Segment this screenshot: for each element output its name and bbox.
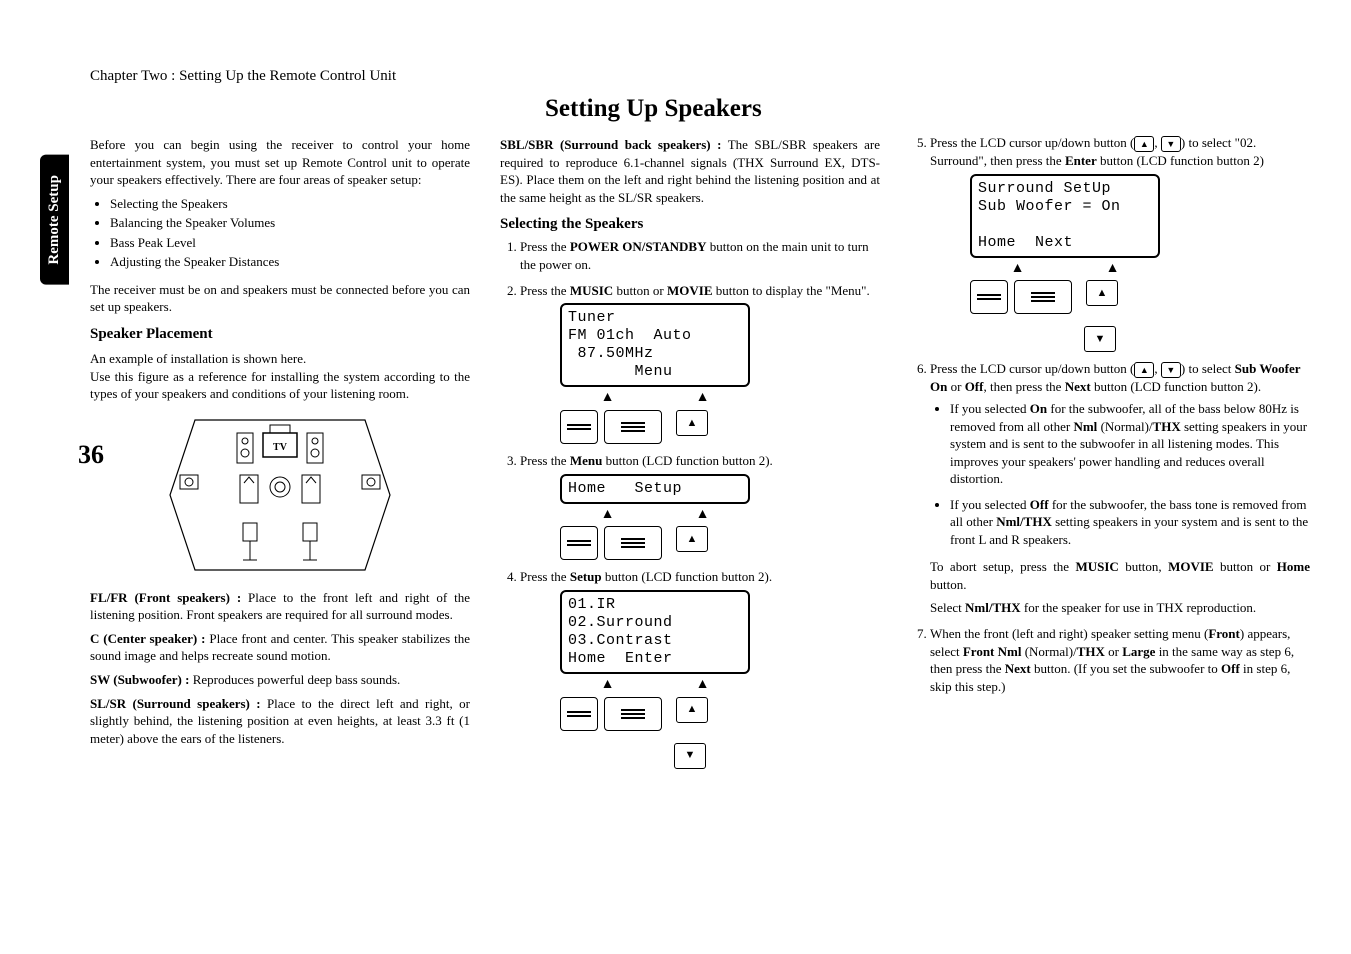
list-item: Balancing the Speaker Volumes [110, 214, 470, 232]
lcd-function-button-2 [1014, 280, 1072, 314]
indicator-arrow-icon: ▲ [970, 260, 1065, 279]
intro-text: Before you can begin using the receiver … [90, 136, 470, 189]
cursor-down-icon: ▼ [674, 743, 706, 769]
lcd-screen: 01.IR 02.Surround 03.Contrast Home Enter [560, 590, 750, 674]
list-item: Selecting the Speakers [110, 195, 470, 213]
indicator-arrow-icon: ▲ [560, 676, 655, 695]
c-text: C (Center speaker) : Place front and cen… [90, 630, 470, 665]
cursor-down-icon: ▼ [1161, 362, 1181, 378]
chapter-header: Chapter Two : Setting Up the Remote Cont… [90, 68, 396, 85]
list-item: Bass Peak Level [110, 234, 470, 252]
placement-intro2: Use this figure as a reference for insta… [90, 368, 470, 403]
lcd-screen: Surround SetUp Sub Woofer = On Home Next [970, 174, 1160, 258]
svg-text:TV: TV [273, 442, 288, 453]
cursor-up-icon: ▲ [676, 410, 708, 436]
step-6: Press the LCD cursor up/down button (▲, … [930, 360, 1310, 617]
sub-bullet-list: If you selected On for the subwoofer, al… [950, 400, 1310, 548]
sblsbr-text: SBL/SBR (Surround back speakers) : The S… [500, 136, 880, 206]
lcd-screen: Home Setup [560, 474, 750, 504]
select-text: Select Nml/THX for the speaker for use i… [930, 599, 1310, 617]
indicator-arrow-icon: ▲ [655, 506, 750, 525]
lcd-panel-homesetup: Home Setup ▲▲ ▲ [560, 474, 750, 561]
sidebar-tab: Remote Setup [40, 155, 69, 285]
cursor-up-icon: ▲ [1134, 136, 1154, 152]
indicator-arrow-icon: ▲ [655, 676, 750, 695]
indicator-arrow-icon: ▲ [560, 506, 655, 525]
cursor-up-icon: ▲ [676, 697, 708, 723]
placement-intro1: An example of installation is shown here… [90, 350, 470, 368]
lcd-function-button-1 [560, 697, 598, 731]
placement-heading: Speaker Placement [90, 324, 470, 344]
indicator-arrow-icon: ▲ [1065, 260, 1160, 279]
lcd-function-button-2 [604, 410, 662, 444]
lcd-function-button-1 [560, 410, 598, 444]
step-4: Press the Setup button (LCD function but… [520, 568, 880, 768]
cursor-up-icon: ▲ [1134, 362, 1154, 378]
prereq-text: The receiver must be on and speakers mus… [90, 281, 470, 316]
indicator-arrow-icon: ▲ [655, 389, 750, 408]
lcd-function-button-1 [970, 280, 1008, 314]
column-center: SBL/SBR (Surround back speakers) : The S… [500, 130, 880, 779]
steps-list-cont: Press the LCD cursor up/down button (▲, … [930, 134, 1310, 695]
main-title: Setting Up Speakers [545, 95, 762, 123]
step-5: Press the LCD cursor up/down button (▲, … [930, 134, 1310, 352]
sw-text: SW (Subwoofer) : Reproduces powerful dee… [90, 671, 470, 689]
bullet-on: If you selected On for the subwoofer, al… [950, 400, 1310, 488]
flfr-text: FL/FR (Front speakers) : Place to the fr… [90, 589, 470, 624]
setup-areas-list: Selecting the Speakers Balancing the Spe… [110, 195, 470, 271]
column-right: Press the LCD cursor up/down button (▲, … [910, 130, 1310, 779]
bullet-off: If you selected Off for the subwoofer, t… [950, 496, 1310, 549]
slsr-text: SL/SR (Surround speakers) : Place to the… [90, 695, 470, 748]
step-3: Press the Menu button (LCD function butt… [520, 452, 880, 560]
cursor-down-icon: ▼ [1084, 326, 1116, 352]
step-2: Press the MUSIC button or MOVIE button t… [520, 282, 880, 444]
lcd-function-button-1 [560, 526, 598, 560]
lcd-panel-tuner: Tuner FM 01ch Auto 87.50MHz Menu ▲▲ ▲ [560, 303, 750, 444]
abort-text: To abort setup, press the MUSIC button, … [930, 558, 1310, 593]
lcd-panel-surround: Surround SetUp Sub Woofer = On Home Next… [970, 174, 1160, 353]
cursor-up-icon: ▲ [676, 526, 708, 552]
room-layout-diagram: TV [165, 415, 395, 575]
lcd-screen: Tuner FM 01ch Auto 87.50MHz Menu [560, 303, 750, 387]
selecting-heading: Selecting the Speakers [500, 214, 880, 234]
lcd-panel-menu: 01.IR 02.Surround 03.Contrast Home Enter… [560, 590, 750, 769]
lcd-function-button-2 [604, 697, 662, 731]
indicator-arrow-icon: ▲ [560, 389, 655, 408]
lcd-function-button-2 [604, 526, 662, 560]
column-left: Before you can begin using the receiver … [90, 130, 470, 779]
list-item: Adjusting the Speaker Distances [110, 253, 470, 271]
cursor-up-icon: ▲ [1086, 280, 1118, 306]
steps-list: Press the POWER ON/STANDBY button on the… [520, 238, 880, 768]
step-7: When the front (left and right) speaker … [930, 625, 1310, 695]
step-1: Press the POWER ON/STANDBY button on the… [520, 238, 880, 273]
cursor-down-icon: ▼ [1161, 136, 1181, 152]
